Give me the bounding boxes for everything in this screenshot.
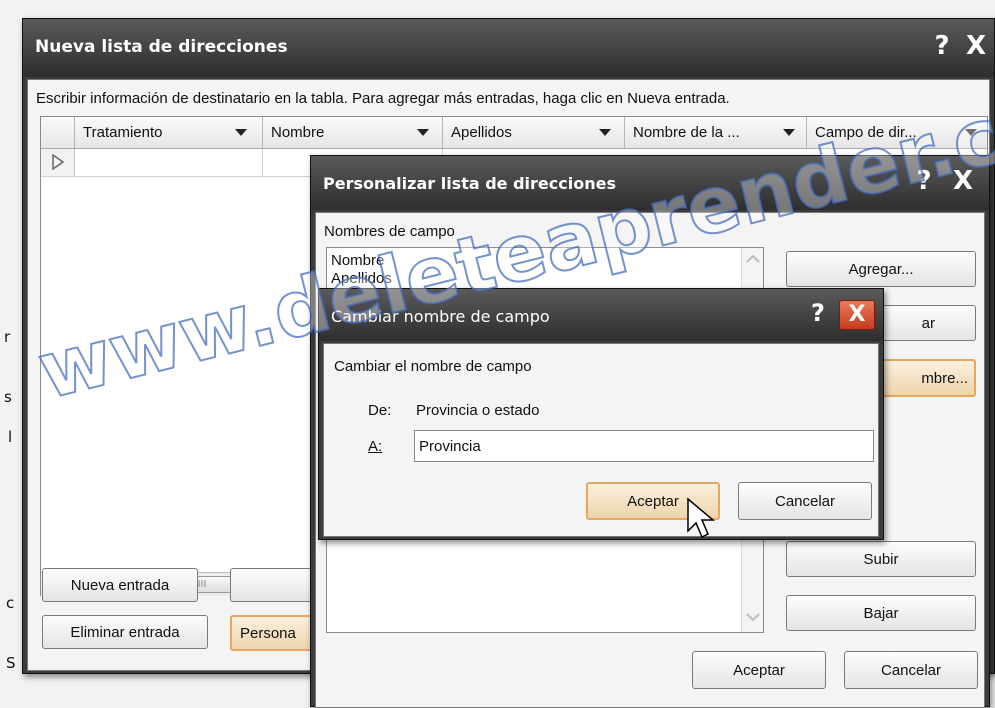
from-label: De: — [368, 402, 392, 419]
bg-letter: s — [4, 388, 12, 406]
close-button[interactable]: X — [839, 300, 875, 330]
dropdown-arrow-icon[interactable] — [417, 129, 429, 136]
from-value: Provincia o estado — [416, 402, 540, 419]
bg-letter: l — [8, 428, 13, 446]
title-bar: Cambiar nombre de campo ? X — [319, 289, 883, 341]
column-header-label: Tratamiento — [83, 124, 163, 141]
new-field-name-input[interactable] — [414, 430, 874, 462]
column-header-label: Nombre — [271, 124, 325, 141]
dropdown-arrow-icon[interactable] — [599, 129, 611, 136]
button-label: Subir — [863, 550, 899, 568]
column-header-apellidos[interactable]: Apellidos — [443, 117, 625, 148]
list-item[interactable]: Apellidos — [331, 270, 392, 287]
button-label: Eliminar entrada — [70, 623, 180, 641]
bg-letter: c — [6, 594, 15, 612]
button-label: Aceptar — [627, 492, 679, 510]
dropdown-arrow-icon[interactable] — [965, 129, 977, 136]
rename-heading: Cambiar el nombre de campo — [334, 358, 532, 375]
close-button[interactable]: X — [961, 31, 991, 61]
button-label: ar — [921, 314, 935, 332]
row-selector-header — [41, 117, 75, 148]
button-label: Cancelar — [880, 661, 942, 679]
close-button[interactable]: X — [947, 166, 979, 196]
scroll-down-arrow-icon[interactable] — [746, 612, 760, 622]
table-header: Tratamiento Nombre Apellidos Nombre de l… — [41, 117, 987, 149]
scroll-up-arrow-icon[interactable] — [746, 254, 760, 264]
button-label: mbre... — [921, 369, 968, 387]
move-down-button[interactable]: Bajar — [786, 595, 976, 631]
close-icon: X — [848, 302, 866, 327]
column-header-nombre[interactable]: Nombre — [263, 117, 443, 148]
dropdown-arrow-icon[interactable] — [235, 129, 247, 136]
cancel-button[interactable]: Cancelar — [738, 482, 872, 520]
button-label: Cancelar — [774, 492, 836, 510]
column-header-campo-de-dir[interactable]: Campo de dir... — [807, 117, 987, 148]
button-label: Bajar — [863, 604, 899, 622]
title-bar: Personalizar lista de direcciones ? X — [311, 156, 989, 210]
dialog-title: Nueva lista de direcciones — [35, 37, 288, 57]
bg-letter: r — [4, 328, 11, 346]
table-cell[interactable] — [75, 149, 263, 176]
background-document: r s l c S — [0, 0, 24, 707]
column-header-label: Nombre de la ... — [633, 124, 740, 141]
to-label: A: — [368, 438, 383, 455]
dialog-title: Cambiar nombre de campo — [331, 307, 550, 326]
help-button[interactable]: ? — [909, 166, 939, 196]
scroll-grip: III — [197, 579, 207, 590]
dialog-title: Personalizar lista de direcciones — [323, 174, 616, 193]
ok-button[interactable]: Aceptar — [692, 651, 826, 689]
new-entry-button[interactable]: Nueva entrada — [42, 568, 198, 602]
help-button[interactable]: ? — [928, 31, 956, 61]
help-button[interactable]: ? — [803, 299, 833, 327]
current-row-arrow-icon — [52, 154, 65, 170]
delete-entry-button[interactable]: Eliminar entrada — [42, 615, 208, 649]
field-names-label: Nombres de campo — [324, 223, 455, 240]
column-header-label: Campo de dir... — [815, 124, 917, 141]
column-header-label: Apellidos — [451, 124, 512, 141]
column-header-nombre-de-la[interactable]: Nombre de la ... — [625, 117, 807, 148]
button-label: Nueva entrada — [70, 576, 170, 594]
mouse-pointer-icon — [687, 497, 716, 539]
row-selector[interactable] — [41, 149, 75, 176]
cancel-button[interactable]: Cancelar — [844, 651, 978, 689]
add-field-button[interactable]: Agregar... — [786, 251, 976, 287]
move-up-button[interactable]: Subir — [786, 541, 976, 577]
bg-letter: S — [6, 654, 16, 672]
title-bar: Nueva lista de direcciones ? X — [23, 19, 994, 77]
button-label: Aceptar — [733, 661, 785, 679]
instruction-text: Escribir información de destinatario en … — [36, 90, 730, 107]
rename-field-dialog: Cambiar nombre de campo ? X Cambiar el n… — [318, 288, 884, 540]
list-item[interactable]: Nombre — [331, 252, 384, 269]
column-header-tratamiento[interactable]: Tratamiento — [75, 117, 263, 148]
button-label: Persona — [240, 624, 296, 642]
button-label: Agregar... — [848, 260, 914, 278]
dropdown-arrow-icon[interactable] — [783, 129, 795, 136]
dialog-body: Cambiar el nombre de campo De: Provincia… — [323, 343, 879, 537]
